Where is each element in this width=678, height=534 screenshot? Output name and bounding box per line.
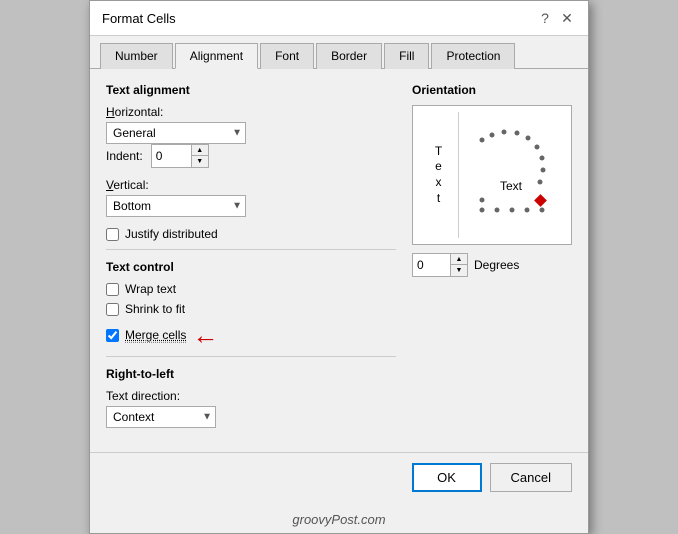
- shrink-to-fit-row: Shrink to fit: [106, 302, 396, 316]
- tabs-bar: Number Alignment Font Border Fill Protec…: [90, 36, 588, 69]
- text-direction-field-group: Text direction: Context Left-to-Right Ri…: [106, 389, 396, 428]
- orientation-box: T e x t: [412, 105, 572, 245]
- tab-alignment[interactable]: Alignment: [175, 43, 258, 69]
- indent-label: Indent:: [106, 149, 143, 163]
- indent-up-btn[interactable]: ▲: [192, 145, 208, 156]
- indent-down-btn[interactable]: ▼: [192, 156, 208, 167]
- orientation-title: Orientation: [412, 83, 572, 97]
- dots-area: Text: [459, 112, 565, 238]
- vert-x: x: [436, 175, 442, 191]
- horizontal-field-group: Horizontal: General Left Center Right Fi…: [106, 105, 396, 168]
- indent-spinner: ▲ ▼: [151, 144, 209, 168]
- justify-distributed-checkbox[interactable]: [106, 228, 119, 241]
- tab-protection[interactable]: Protection: [431, 43, 515, 69]
- vert-t2: t: [437, 191, 440, 207]
- wrap-text-checkbox[interactable]: [106, 283, 119, 296]
- tab-number[interactable]: Number: [100, 43, 173, 69]
- vertical-text-area: T e x t: [419, 112, 459, 238]
- horizontal-select-wrapper: General Left Center Right Fill Justify C…: [106, 122, 246, 144]
- wrap-text-row: Wrap text: [106, 282, 396, 296]
- wrap-text-label: Wrap text: [125, 282, 176, 296]
- divider-2: [106, 356, 396, 357]
- watermark-text: groovyPost.com: [292, 512, 385, 527]
- divider-1: [106, 249, 396, 250]
- text-direction-select[interactable]: Context Left-to-Right Right-to-Left: [106, 406, 216, 428]
- indent-input[interactable]: [151, 144, 191, 168]
- justify-distributed-label: Justify distributed: [125, 227, 218, 241]
- cancel-button[interactable]: Cancel: [490, 463, 572, 492]
- title-bar: Format Cells ? ✕: [90, 1, 588, 36]
- vertical-select[interactable]: Top Center Bottom Justify Distributed: [106, 195, 246, 217]
- watermark: groovyPost.com: [90, 506, 588, 533]
- degrees-input[interactable]: [412, 253, 450, 277]
- vertical-select-wrapper: Top Center Bottom Justify Distributed ▼: [106, 195, 246, 217]
- merge-cells-checkbox[interactable]: [106, 329, 119, 342]
- tab-border[interactable]: Border: [316, 43, 382, 69]
- degrees-spinner: ▲ ▼: [412, 253, 468, 277]
- vertical-label: Vertical:: [106, 178, 396, 192]
- vertical-text-letters: T e x t: [435, 144, 442, 206]
- horizontal-select[interactable]: General Left Center Right Fill Justify C…: [106, 122, 246, 144]
- right-to-left-title: Right-to-left: [106, 367, 396, 381]
- shrink-to-fit-label: Shrink to fit: [125, 302, 185, 316]
- tab-fill[interactable]: Fill: [384, 43, 429, 69]
- title-controls: ? ✕: [536, 9, 576, 27]
- left-panel: Text alignment Horizontal: General Left …: [106, 83, 396, 438]
- degrees-row: ▲ ▼ Degrees: [412, 253, 572, 277]
- merge-cells-row: Merge cells ←: [106, 322, 396, 348]
- close-button[interactable]: ✕: [558, 9, 576, 27]
- red-arrow-icon: ←: [192, 322, 218, 348]
- shrink-to-fit-checkbox[interactable]: [106, 303, 119, 316]
- format-cells-dialog: Format Cells ? ✕ Number Alignment Font B…: [89, 0, 589, 534]
- indent-row: Indent: ▲ ▼: [106, 144, 396, 168]
- degrees-label: Degrees: [474, 258, 519, 272]
- degrees-up-btn[interactable]: ▲: [451, 254, 467, 265]
- orientation-svg[interactable]: Text: [462, 120, 562, 230]
- tab-content: Text alignment Horizontal: General Left …: [90, 69, 588, 452]
- degrees-down-btn[interactable]: ▼: [451, 265, 467, 276]
- button-row: OK Cancel: [90, 452, 588, 506]
- help-button[interactable]: ?: [536, 9, 554, 27]
- justify-distributed-row: Justify distributed: [106, 227, 396, 241]
- ok-button[interactable]: OK: [412, 463, 482, 492]
- vert-e: e: [435, 159, 442, 175]
- text-direction-label: Text direction:: [106, 389, 396, 403]
- indent-spinner-btns: ▲ ▼: [191, 144, 209, 168]
- text-control-title: Text control: [106, 260, 396, 274]
- horizontal-label: Horizontal:: [106, 105, 396, 119]
- degrees-spinner-btns: ▲ ▼: [450, 253, 468, 277]
- text-alignment-title: Text alignment: [106, 83, 396, 97]
- merge-cells-label: Merge cells: [125, 328, 186, 343]
- dialog-title: Format Cells: [102, 11, 176, 26]
- text-direction-select-wrapper: Context Left-to-Right Right-to-Left ▼: [106, 406, 216, 428]
- tab-font[interactable]: Font: [260, 43, 314, 69]
- vertical-field-group: Vertical: Top Center Bottom Justify Dist…: [106, 178, 396, 217]
- svg-text:Text: Text: [500, 179, 523, 193]
- right-panel: Orientation T e x t: [412, 83, 572, 438]
- vert-t: T: [435, 144, 442, 160]
